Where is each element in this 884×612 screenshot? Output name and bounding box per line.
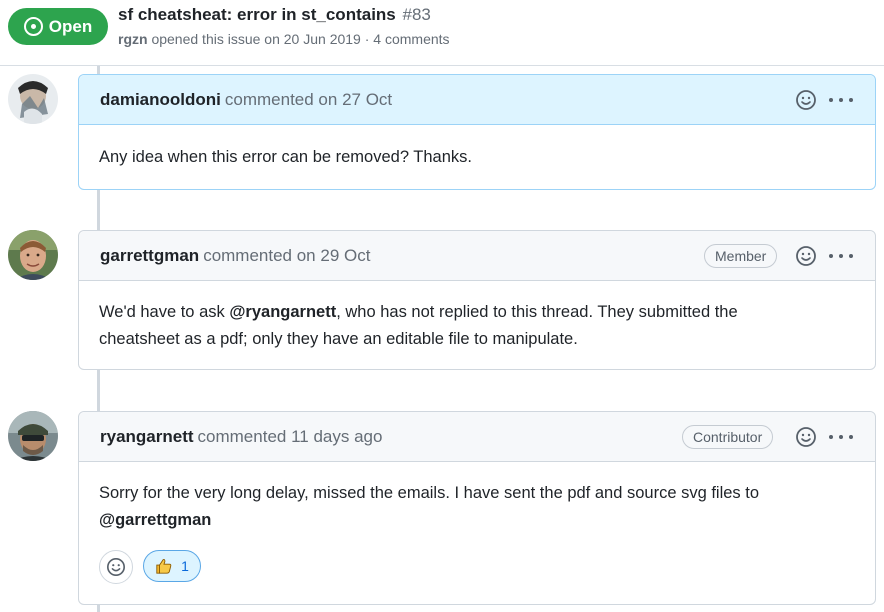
comment-body-line: cheatsheet as a pdf; only they have an e…: [99, 330, 578, 348]
comment-author-link[interactable]: ryangarnett: [100, 427, 194, 447]
comment-header: ryangarnett commented 11 days ago Contri…: [79, 412, 875, 462]
comment-timestamp[interactable]: commented 11 days ago: [198, 427, 383, 447]
comment-timestamp[interactable]: commented on 27 Oct: [225, 90, 392, 110]
avatar[interactable]: [8, 74, 58, 124]
smiley-icon[interactable]: [795, 245, 817, 267]
comment-body: Any idea when this error can be removed?…: [79, 125, 875, 171]
smiley-icon[interactable]: [795, 426, 817, 448]
issue-meta-text: opened this issue on 20 Jun 2019 · 4 com…: [147, 31, 450, 47]
member-badge: Member: [704, 244, 778, 268]
user-mention-link[interactable]: @garrettgman: [99, 511, 211, 529]
comment-author-link[interactable]: damianooldoni: [100, 90, 221, 110]
reactions-bar: 1: [99, 550, 201, 584]
comment-header: garrettgman commented on 29 Oct Member: [79, 231, 875, 281]
comment-2: garrettgman commented on 29 Oct Member W…: [78, 230, 876, 370]
smiley-icon: [107, 558, 125, 576]
issue-meta: rgzn opened this issue on 20 Jun 2019 · …: [118, 31, 450, 47]
comment-body-text: Any idea when this error can be removed?…: [99, 148, 472, 166]
smiley-icon[interactable]: [795, 89, 817, 111]
comment-text: We'd have to ask: [99, 303, 230, 321]
add-reaction-button[interactable]: [99, 550, 133, 584]
user-mention-link[interactable]: @ryangarnett: [229, 303, 336, 321]
comment-body-line: We'd have to ask @ryangarnett, who has n…: [99, 299, 855, 326]
comment-body-line: Sorry for the very long delay, missed th…: [99, 484, 760, 502]
issue-author-link[interactable]: rgzn: [118, 31, 148, 47]
comment-author-link[interactable]: garrettgman: [100, 246, 199, 266]
comment-timestamp[interactable]: commented on 29 Oct: [203, 246, 370, 266]
comment-1: damianooldoni commented on 27 Oct Any id…: [78, 74, 876, 190]
comment-header: damianooldoni commented on 27 Oct: [79, 75, 875, 125]
issue-title: sf cheatsheat: error in st_contains #83: [118, 5, 431, 25]
kebab-icon[interactable]: [829, 426, 853, 448]
comment-body: We'd have to ask @ryangarnett, who has n…: [79, 281, 875, 353]
kebab-icon[interactable]: [829, 89, 853, 111]
issue-state-badge: Open: [8, 8, 108, 45]
avatar[interactable]: [8, 411, 58, 461]
thumbs-up-icon: [156, 559, 172, 574]
issue-header: Open sf cheatsheat: error in st_contains…: [0, 0, 884, 66]
issue-number: #83: [402, 5, 431, 24]
kebab-icon[interactable]: [829, 245, 853, 267]
comment-body: Sorry for the very long delay, missed th…: [79, 462, 875, 534]
issue-title-text: sf cheatsheat: error in st_contains: [118, 5, 396, 24]
issue-opened-icon: [23, 17, 43, 36]
comment-3: ryangarnett commented 11 days ago Contri…: [78, 411, 876, 605]
avatar[interactable]: [8, 230, 58, 280]
comment-text: , who has not replied to this thread. Th…: [336, 303, 738, 321]
contributor-badge: Contributor: [682, 425, 774, 449]
issue-state-label: Open: [48, 16, 93, 36]
thumbs-up-reaction-button[interactable]: 1: [143, 550, 201, 582]
reaction-count: 1: [181, 558, 189, 574]
